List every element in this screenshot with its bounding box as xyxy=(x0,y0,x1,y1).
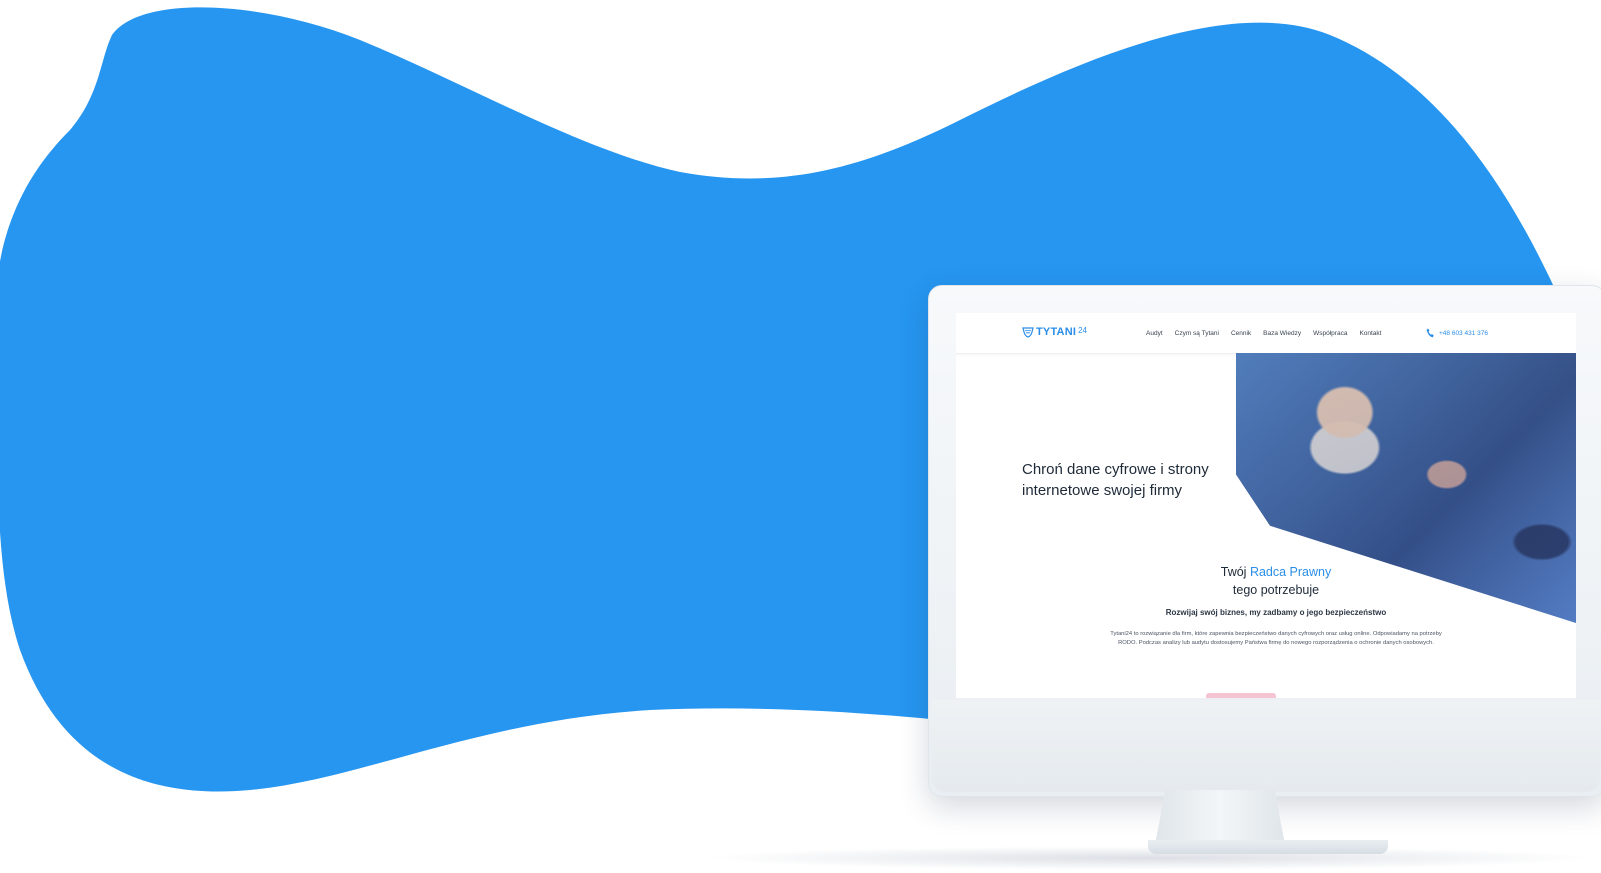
nav-item-kontakt[interactable]: Kontakt xyxy=(1359,330,1381,337)
monitor-stand xyxy=(1155,790,1285,845)
section-subtitle: Rozwijaj swój biznes, my zadbamy o jego … xyxy=(1165,608,1387,617)
nav-item-czym-sa-tytani[interactable]: Czym są Tytani xyxy=(1175,330,1219,337)
monitor-chin xyxy=(932,700,1600,792)
nav-item-audyt[interactable]: Audyt xyxy=(1146,330,1163,337)
phone-number: +48 603 431 376 xyxy=(1439,329,1488,337)
section-description: Tytani24 to rozwiązanie dla firm, które … xyxy=(1110,631,1442,646)
site-navbar: TYTANI 24 Audyt Czym są Tytani Cennik Ba… xyxy=(956,313,1576,354)
tagline-part2: tego potrzebuje xyxy=(1232,583,1320,597)
logo-suffix: 24 xyxy=(1078,325,1088,335)
nav-item-cennik[interactable]: Cennik xyxy=(1231,330,1251,337)
logo-text: TYTANI xyxy=(1036,326,1077,338)
tagline: Twój Radca Prawny tego potrzebuje xyxy=(1176,563,1376,599)
site-logo[interactable]: TYTANI 24 xyxy=(1022,326,1087,338)
monitor-base xyxy=(1148,840,1388,854)
shield-icon xyxy=(1022,327,1034,338)
tagline-accent: Radca Prawny xyxy=(1249,565,1332,579)
hero-title: Chroń dane cyfrowe i strony internetowe … xyxy=(1022,461,1209,499)
nav-item-wspolpraca[interactable]: Współpraca xyxy=(1313,330,1347,337)
phone-icon xyxy=(1426,328,1434,338)
tagline-part1: Twój xyxy=(1220,565,1250,579)
nav-item-baza-wiedzy[interactable]: Baza Wiedzy xyxy=(1263,330,1301,337)
cta-button-edge[interactable] xyxy=(1206,693,1276,698)
monitor-screen: TYTANI 24 Audyt Czym są Tytani Cennik Ba… xyxy=(956,313,1576,698)
main-menu: Audyt Czym są Tytani Cennik Baza Wiedzy … xyxy=(1146,330,1381,337)
phone-link[interactable]: +48 603 431 376 xyxy=(1426,328,1488,338)
